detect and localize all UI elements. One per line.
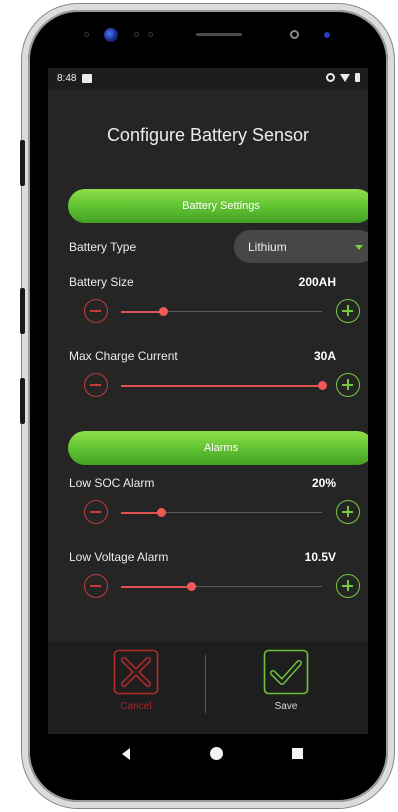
slider-fill bbox=[121, 384, 322, 387]
max-charge-current-slider-row bbox=[68, 373, 368, 399]
action-divider bbox=[205, 655, 206, 713]
max-charge-current-label: Max Charge Current bbox=[69, 349, 178, 363]
low-soc-alarm-value: 20% bbox=[311, 476, 336, 490]
notification-icon bbox=[82, 74, 92, 83]
sensor-dot bbox=[134, 32, 139, 37]
cancel-label: Cancel bbox=[120, 701, 152, 712]
home-icon[interactable] bbox=[210, 747, 223, 760]
back-icon[interactable] bbox=[122, 748, 130, 760]
save-button[interactable]: Save bbox=[246, 649, 326, 712]
android-nav-bar bbox=[48, 734, 368, 776]
proximity-sensor-icon bbox=[324, 32, 330, 38]
battery-size-slider-row bbox=[68, 299, 368, 325]
status-icons bbox=[326, 73, 360, 82]
battery-icon bbox=[355, 73, 360, 82]
cancel-button[interactable]: Cancel bbox=[96, 649, 176, 712]
side-button bbox=[20, 378, 25, 424]
status-time: 8:48 bbox=[57, 73, 77, 84]
action-bar: Cancel Save bbox=[48, 641, 368, 734]
slider-thumb[interactable] bbox=[159, 307, 169, 316]
slider-fill bbox=[121, 310, 164, 313]
x-square-icon bbox=[113, 649, 159, 695]
max-charge-plus-icon[interactable] bbox=[336, 373, 360, 397]
battery-size-slider[interactable] bbox=[121, 307, 322, 316]
iris-scanner-icon bbox=[290, 30, 299, 39]
page-title: Configure Battery Sensor bbox=[106, 125, 310, 145]
slider-fill bbox=[121, 511, 162, 514]
earpiece-speaker bbox=[196, 33, 242, 36]
battery-size-value: 200AH bbox=[298, 275, 336, 289]
battery-size-plus-icon[interactable] bbox=[336, 299, 360, 323]
slider-thumb[interactable] bbox=[157, 508, 167, 517]
slider-fill bbox=[121, 585, 192, 588]
slider-thumb[interactable] bbox=[187, 582, 197, 591]
app-screen: 8:48 Configure Battery Sensor Battery Se… bbox=[48, 68, 368, 734]
phone-frame: 8:48 Configure Battery Sensor Battery Se… bbox=[22, 4, 394, 808]
sensor-dot bbox=[84, 32, 89, 37]
side-button bbox=[20, 288, 25, 334]
battery-type-label: Battery Type bbox=[69, 240, 137, 254]
low-voltage-minus-icon[interactable] bbox=[84, 574, 108, 598]
max-charge-current-value: 30A bbox=[313, 349, 336, 363]
low-voltage-plus-icon[interactable] bbox=[336, 574, 360, 598]
battery-size-minus-icon[interactable] bbox=[84, 299, 108, 323]
max-charge-current-slider[interactable] bbox=[121, 381, 327, 390]
alarms-header: Alarms bbox=[68, 431, 368, 465]
front-camera-icon bbox=[104, 28, 118, 42]
low-voltage-slider[interactable] bbox=[121, 582, 322, 591]
battery-type-dropdown[interactable]: Lithium bbox=[234, 230, 368, 263]
status-bar: 8:48 bbox=[48, 68, 368, 90]
sensor-dot bbox=[148, 32, 153, 37]
max-charge-minus-icon[interactable] bbox=[84, 373, 108, 397]
save-label: Save bbox=[274, 701, 298, 712]
vpn-key-icon bbox=[326, 73, 335, 82]
low-soc-alarm-label: Low SOC Alarm bbox=[69, 476, 155, 490]
battery-settings-header: Battery Settings bbox=[68, 189, 368, 223]
low-voltage-alarm-value: 10.5V bbox=[304, 550, 336, 564]
side-button bbox=[20, 140, 25, 186]
top-bezel bbox=[28, 10, 388, 68]
low-soc-minus-icon[interactable] bbox=[84, 500, 108, 524]
recent-apps-icon[interactable] bbox=[292, 748, 303, 759]
low-soc-slider-row bbox=[68, 500, 368, 526]
low-voltage-alarm-label: Low Voltage Alarm bbox=[69, 550, 169, 564]
wifi-icon bbox=[340, 73, 350, 82]
dropdown-arrow-icon bbox=[355, 245, 363, 250]
low-soc-plus-icon[interactable] bbox=[336, 500, 360, 524]
battery-size-label: Battery Size bbox=[69, 275, 134, 289]
battery-type-selected: Lithium bbox=[248, 240, 287, 254]
check-square-icon bbox=[263, 649, 309, 695]
low-soc-slider[interactable] bbox=[121, 508, 322, 517]
low-voltage-slider-row bbox=[68, 574, 368, 600]
slider-thumb[interactable] bbox=[318, 381, 327, 390]
